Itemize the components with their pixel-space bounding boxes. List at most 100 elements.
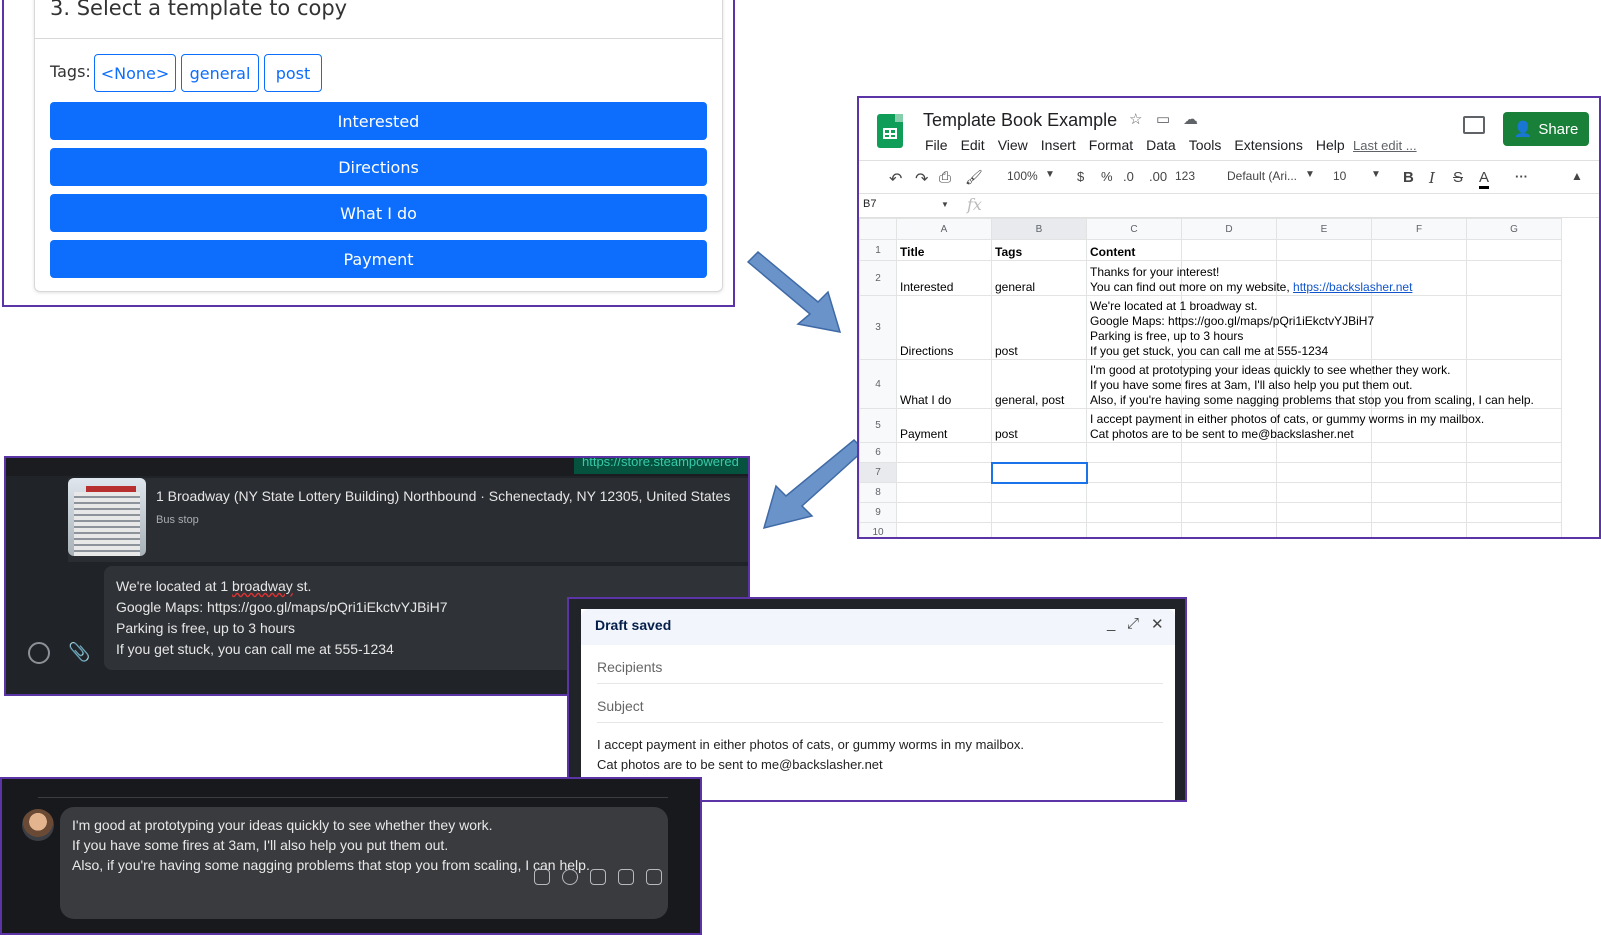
table-row: 3 Directions post We're located at 1 bro… [859,295,1562,360]
row-header[interactable]: 2 [859,260,897,296]
increase-decimal-button[interactable]: .00 [1149,169,1167,184]
cell[interactable]: Content [1086,239,1182,261]
cell[interactable]: Directions [896,295,992,360]
attachment-icon[interactable]: 📎 [68,642,90,663]
more-formats-select[interactable]: 123 [1175,169,1195,183]
menu-data[interactable]: Data [1146,137,1176,153]
menu-help[interactable]: Help [1316,137,1345,153]
website-link[interactable]: https://backslasher.net [1293,280,1412,294]
chevron-up-icon[interactable]: ▲ [1571,169,1583,183]
document-title[interactable]: Template Book Example [923,110,1117,131]
share-button[interactable]: 👤 Share [1503,112,1589,146]
menu-view[interactable]: View [998,137,1028,153]
cell[interactable]: Tags [991,239,1087,261]
subject-field[interactable]: Subject [597,698,1163,723]
row-header[interactable]: 5 [859,408,897,443]
table-row: 10 [859,522,1562,537]
row-header[interactable]: 10 [859,522,897,537]
more-options-button[interactable]: ··· [1515,169,1528,184]
strikethrough-button[interactable]: S [1453,169,1463,186]
print-icon[interactable]: ⎙ [939,169,951,186]
column-header[interactable]: F [1371,218,1467,240]
row-header[interactable]: 9 [859,502,897,523]
row-header[interactable]: 8 [859,482,897,503]
row-header[interactable]: 4 [859,359,897,409]
google-sheets-window: Template Book Example ☆ ▭ ☁ File Edit Vi… [857,96,1601,539]
row-header[interactable]: 7 [859,462,897,483]
column-header[interactable]: C [1086,218,1182,240]
menu-format[interactable]: Format [1089,137,1133,153]
cell[interactable]: I'm good at prototyping your ideas quick… [1086,359,1534,409]
column-header[interactable]: E [1276,218,1372,240]
location-card[interactable]: 1 Broadway (NY State Lottery Building) N… [68,478,748,562]
select-all-corner[interactable] [859,218,897,240]
cell[interactable]: I accept payment in either photos of cat… [1086,408,1484,443]
bold-button[interactable]: B [1403,169,1414,186]
row-header[interactable]: 6 [859,442,897,463]
divider [38,797,668,798]
move-folder-icon[interactable]: ▭ [1156,110,1170,128]
row-header[interactable]: 3 [859,295,897,360]
font-select[interactable]: Default (Ari... [1227,169,1297,183]
cell[interactable]: general, post [991,359,1087,409]
camera-icon[interactable] [590,869,606,885]
column-header[interactable]: B [991,218,1087,240]
currency-format-button[interactable]: $ [1077,169,1084,184]
paint-format-icon[interactable]: 🖌 [965,169,983,186]
gif-icon[interactable] [618,869,634,885]
tag-general-button[interactable]: general [181,54,259,92]
column-header[interactable]: A [896,218,992,240]
template-payment-button[interactable]: Payment [50,240,707,278]
cell[interactable]: post [991,408,1087,443]
tag-post-button[interactable]: post [264,54,322,92]
template-directions-button[interactable]: Directions [50,148,707,186]
template-interested-button[interactable]: Interested [50,102,707,140]
text-color-button[interactable]: A [1479,169,1490,189]
star-icon[interactable]: ☆ [1129,110,1142,128]
sticker-icon[interactable] [534,869,550,885]
italic-button[interactable]: I [1429,169,1435,187]
url-preview-chip[interactable]: https://store.steampowered [574,458,748,474]
font-size-select[interactable]: 10 [1333,169,1346,183]
avatar[interactable] [22,809,54,841]
tag-none-button[interactable]: <None> [94,54,176,92]
menu-insert[interactable]: Insert [1041,137,1076,153]
menu-file[interactable]: File [925,137,948,153]
cell[interactable]: Title [896,239,992,261]
close-icon[interactable]: ✕ [1151,615,1164,633]
cell-grid[interactable]: A B C D E F G 1 Title Tags Content 2 Int… [859,218,1562,537]
cell[interactable]: general [991,260,1087,296]
template-what-i-do-button[interactable]: What I do [50,194,707,232]
menu-edit[interactable]: Edit [961,137,985,153]
last-edit-link[interactable]: Last edit ... [1353,138,1417,153]
redo-icon[interactable]: ↷ [915,169,928,189]
emoji-icon[interactable] [562,869,578,885]
sheets-toolbar: ↶ ↷ ⎙ 🖌 100% ▼ $ % .0 .00 123 Default (A… [859,160,1599,194]
active-cell[interactable] [990,461,1088,484]
column-header[interactable]: G [1466,218,1562,240]
cell[interactable]: Payment [896,408,992,443]
cell[interactable]: Interested [896,260,992,296]
comment-history-icon[interactable] [1463,116,1485,134]
minimize-icon[interactable]: _ [1107,615,1115,632]
email-body[interactable]: I accept payment in either photos of cat… [597,735,1024,775]
menu-tools[interactable]: Tools [1189,137,1222,153]
message-composer[interactable]: I'm good at prototyping your ideas quick… [60,807,668,919]
zoom-select[interactable]: 100% [1007,169,1038,183]
cell[interactable]: Thanks for your interest! You can find ou… [1086,260,1412,296]
percent-format-button[interactable]: % [1101,169,1113,184]
emoji-icon[interactable] [28,642,50,664]
cell[interactable]: We're located at 1 broadway st. Google Ma… [1086,295,1374,360]
column-header[interactable]: D [1181,218,1277,240]
menu-extensions[interactable]: Extensions [1234,137,1302,153]
recipients-field[interactable]: Recipients [597,659,1163,684]
expand-icon[interactable]: ⤢ [1127,615,1139,632]
cell[interactable]: post [991,295,1087,360]
cell[interactable]: What I do [896,359,992,409]
name-box[interactable]: B7 [863,198,949,210]
row-header[interactable]: 1 [859,239,897,261]
divider [34,38,723,39]
sticker-pack-icon[interactable] [646,869,662,885]
undo-icon[interactable]: ↶ [889,169,902,189]
decrease-decimal-button[interactable]: .0 [1123,169,1134,184]
